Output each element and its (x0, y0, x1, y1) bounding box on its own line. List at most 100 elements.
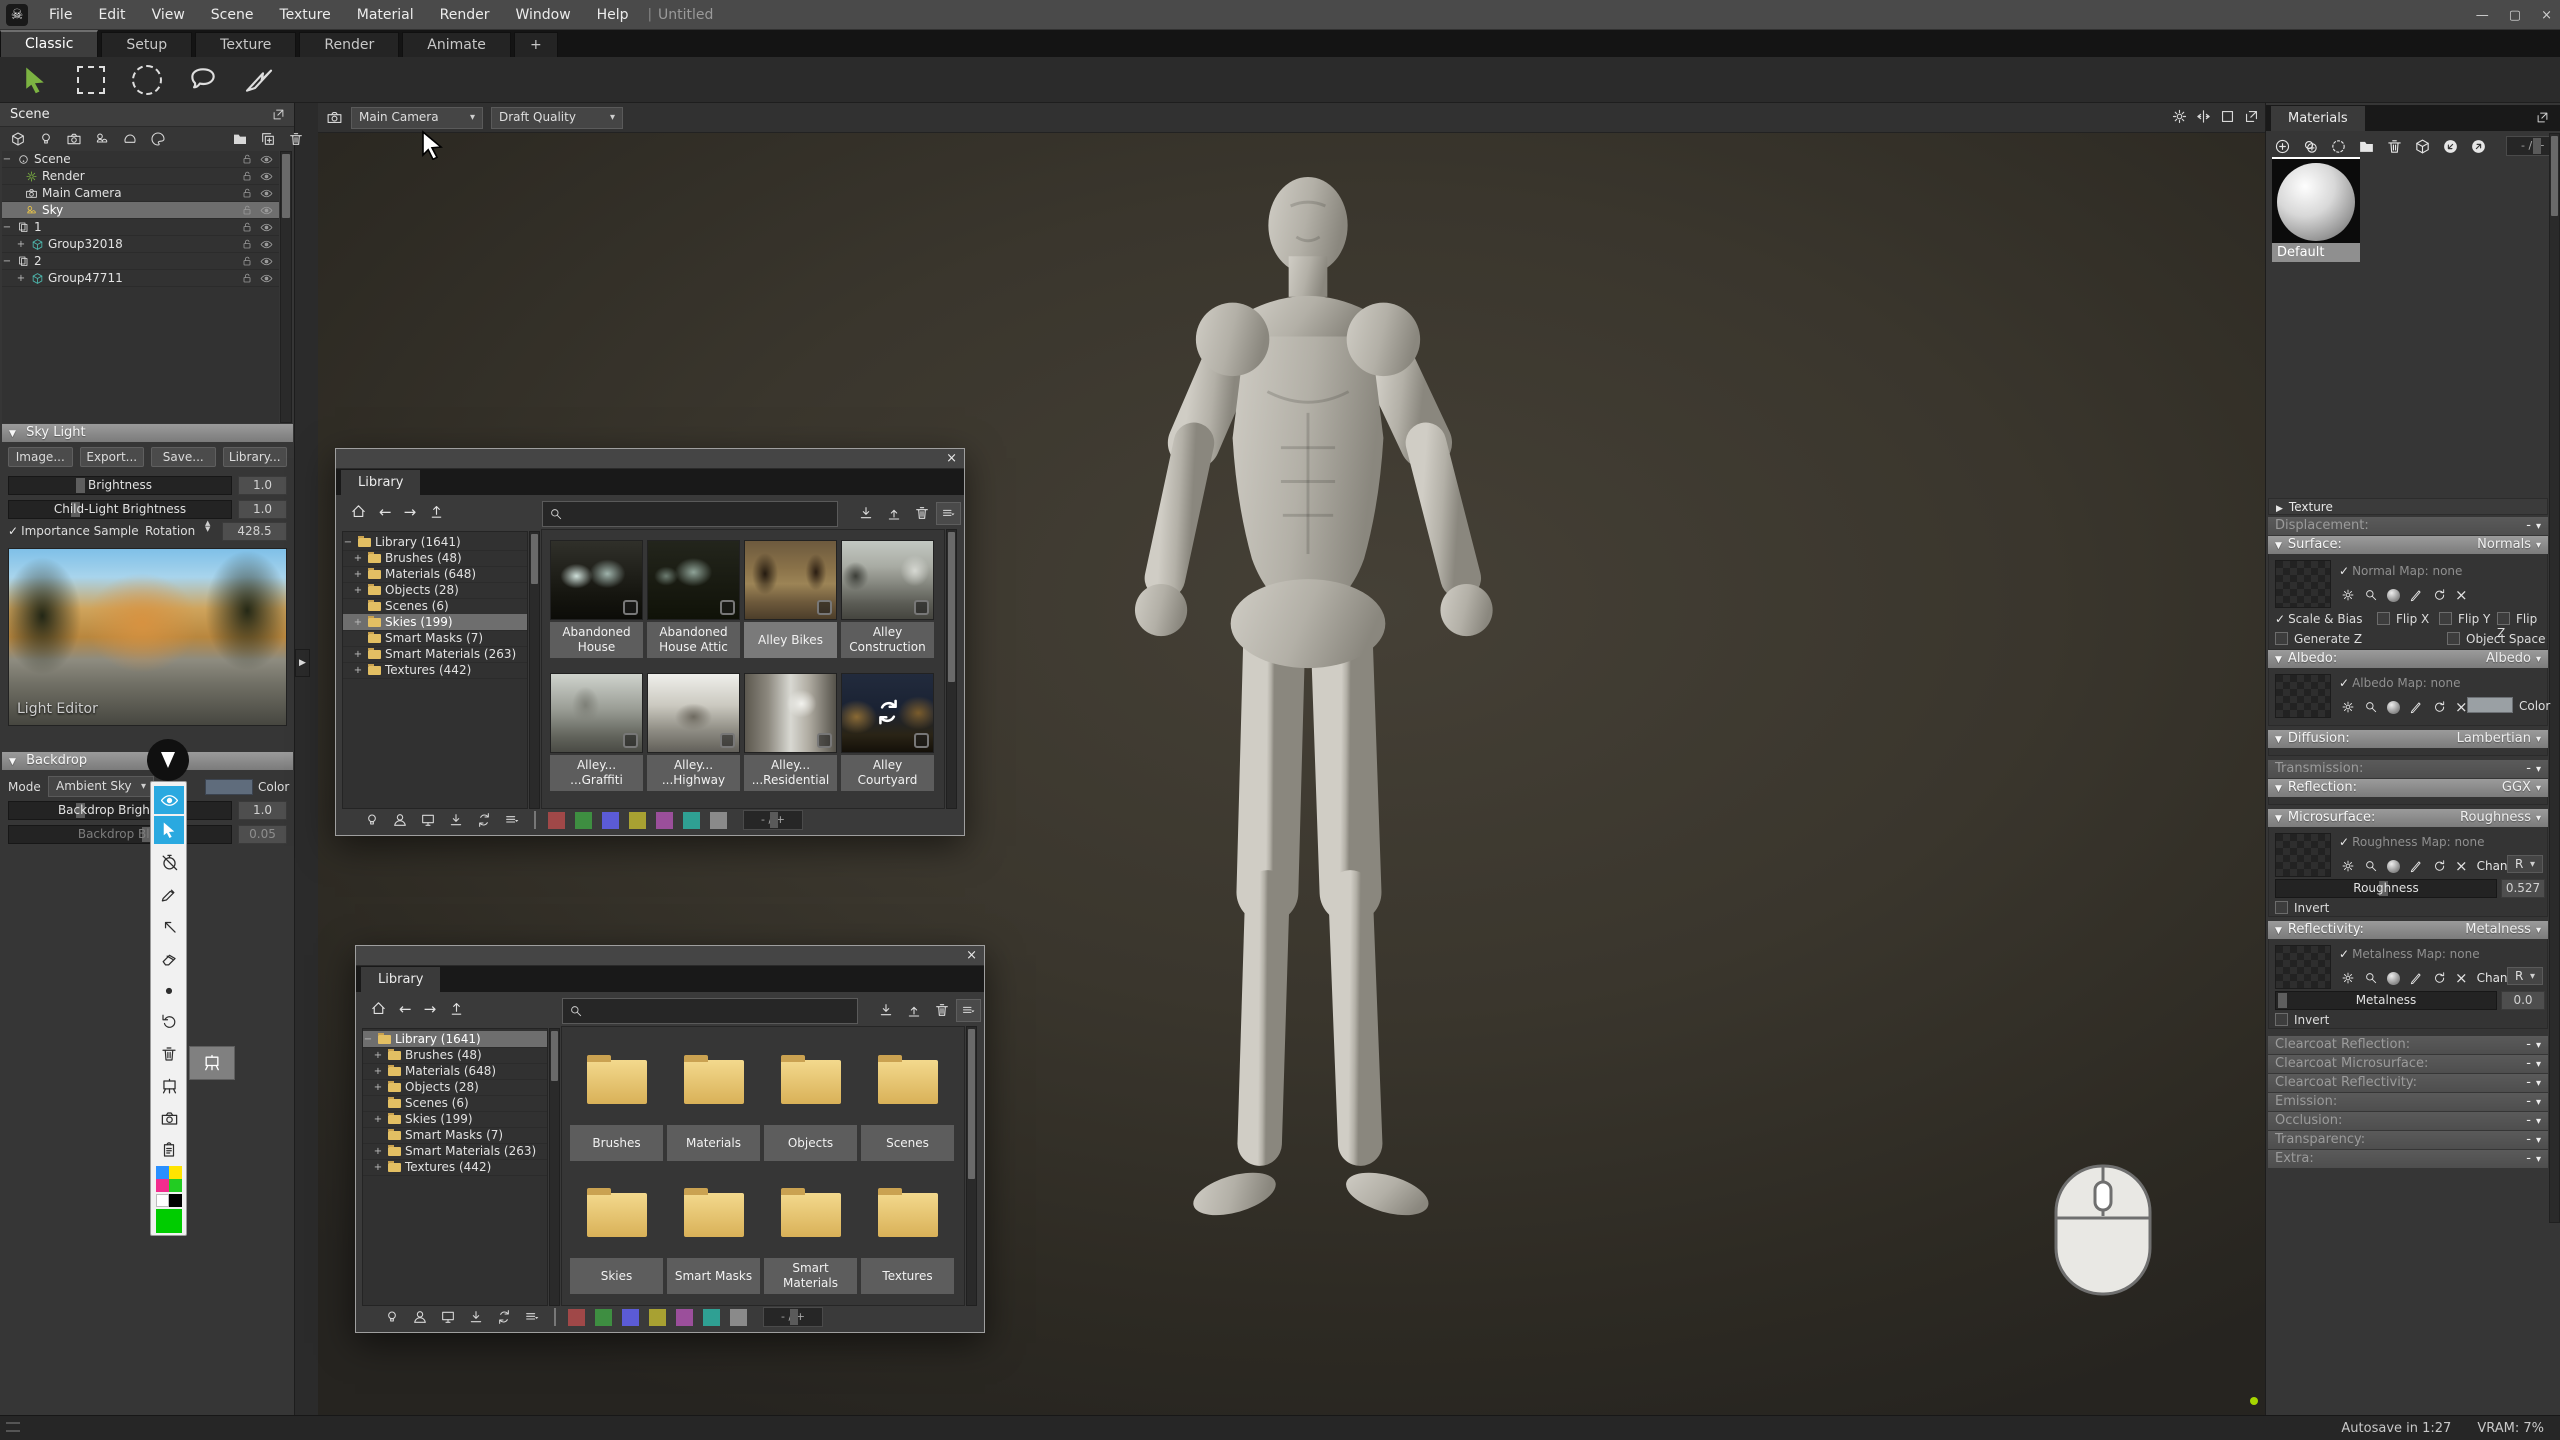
tree-scrollbar[interactable] (529, 531, 540, 809)
materials-scrollbar[interactable] (2549, 133, 2560, 1223)
map-refresh-icon[interactable] (2432, 588, 2446, 602)
menu-file[interactable]: File (36, 0, 85, 30)
metalness-slider[interactable]: Metalness (2275, 991, 2497, 1010)
export-button[interactable]: Export... (80, 447, 145, 467)
tree-row-library[interactable]: −Library (1641) (343, 534, 527, 551)
content-scrollbar[interactable] (966, 1026, 977, 1306)
tab-texture[interactable]: Texture (195, 32, 296, 57)
tab-setup[interactable]: Setup (101, 32, 192, 57)
export-material-icon[interactable] (2470, 138, 2487, 155)
menu-window[interactable]: Window (502, 0, 583, 30)
map-edit-pencil-icon[interactable] (2409, 588, 2423, 602)
lasso-select-icon[interactable] (186, 63, 220, 97)
metalness-value[interactable]: 0.0 (2501, 991, 2545, 1010)
map-preview-sphere-icon[interactable] (2387, 701, 2400, 714)
ellipse-select-icon[interactable] (130, 63, 164, 97)
app-logo-skull-icon[interactable]: ☠ (6, 4, 28, 26)
tag-purple[interactable] (656, 812, 673, 829)
arrow-tool-icon[interactable] (154, 912, 184, 940)
polygon-lasso-icon[interactable] (242, 63, 276, 97)
swatch-black[interactable] (169, 1194, 182, 1207)
folder-item[interactable]: Objects (764, 1041, 857, 1161)
menu-edit[interactable]: Edit (85, 0, 138, 30)
lock-icon[interactable] (241, 255, 253, 267)
eye-icon[interactable] (260, 255, 273, 268)
swatch-magenta[interactable] (156, 1179, 169, 1192)
tree-row-smart-masks[interactable]: Smart Masks (7) (343, 630, 527, 647)
brightness-value[interactable]: 1.0 (238, 476, 287, 495)
back-icon[interactable]: ← (379, 503, 392, 521)
save-button[interactable]: Save... (151, 447, 216, 467)
list-view-icon[interactable] (504, 812, 520, 828)
backdrop-brightness-slider[interactable]: Backdrop Brightness (8, 801, 232, 820)
tree-row-smart-materials[interactable]: +Smart Materials (263) (363, 1143, 547, 1160)
tab-render[interactable]: Render (299, 32, 399, 57)
home-icon[interactable] (370, 1000, 387, 1018)
eraser-tool-icon[interactable] (154, 944, 184, 972)
tag-yellow[interactable] (629, 812, 646, 829)
map-edit-pencil-icon[interactable] (2409, 971, 2423, 985)
add-camera-icon[interactable] (66, 131, 82, 147)
material-thumbnail-default[interactable] (2272, 157, 2360, 243)
search-input[interactable] (589, 1004, 851, 1018)
delete-icon[interactable] (2386, 138, 2403, 155)
library-window-titlebar[interactable]: × (356, 946, 984, 966)
tree-row-group47711[interactable]: + Group47711 (2, 270, 279, 287)
map-refresh-icon[interactable] (2432, 971, 2446, 985)
camera-tool-icon[interactable] (154, 1104, 184, 1132)
tag-red[interactable] (548, 812, 565, 829)
tab-animate[interactable]: Animate (402, 32, 511, 57)
export-icon[interactable] (886, 505, 902, 521)
texture-section-header[interactable]: ▶Texture (2268, 498, 2548, 515)
image-button[interactable]: Image... (8, 447, 73, 467)
eye-icon[interactable] (260, 204, 273, 217)
tree-row-scenes[interactable]: Scenes (6) (363, 1095, 547, 1112)
item-checkbox[interactable] (623, 733, 638, 748)
lock-icon[interactable] (241, 272, 253, 284)
backdrop-mode-dropdown[interactable]: Ambient Sky▾ (48, 776, 154, 797)
swatch-white[interactable] (156, 1194, 169, 1207)
map-settings-gear-icon[interactable] (2341, 588, 2355, 602)
maximize-icon[interactable]: ▢ (2509, 8, 2521, 23)
map-settings-gear-icon[interactable] (2341, 700, 2355, 714)
map-edit-pencil-icon[interactable] (2409, 859, 2423, 873)
menu-texture[interactable]: Texture (266, 0, 343, 30)
occlusion-header[interactable]: Occlusion:-▾ (2268, 1112, 2548, 1130)
backdrop-color-swatch[interactable] (205, 779, 253, 795)
easel-tool-icon[interactable] (154, 1072, 184, 1100)
map-search-icon[interactable] (2364, 700, 2378, 714)
child-light-brightness-slider[interactable]: Child-Light Brightness (8, 500, 232, 519)
folder-item[interactable]: Smart Materials (764, 1174, 857, 1294)
reflectivity-section-header[interactable]: ▼Reflectivity: Metalness▾ (2268, 921, 2548, 939)
clearcoat-reflection-header[interactable]: Clearcoat Reflection:-▾ (2268, 1036, 2548, 1054)
library-item[interactable]: Alley... ...Graffiti (550, 673, 643, 791)
back-icon[interactable]: ← (399, 1000, 412, 1018)
palette-icon[interactable] (150, 131, 166, 147)
transparency-header[interactable]: Transparency:-▾ (2268, 1131, 2548, 1149)
easel-flyout[interactable] (189, 1046, 235, 1080)
child-light-brightness-value[interactable]: 1.0 (238, 500, 287, 519)
menu-help[interactable]: Help (584, 0, 642, 30)
viewport-settings-gear-icon[interactable] (2171, 108, 2188, 125)
invert-checkbox[interactable]: Invert (2275, 1013, 2329, 1027)
library-item[interactable]: Alley Bikes (744, 540, 837, 658)
tree-row-objects[interactable]: +Objects (28) (343, 582, 527, 599)
import-icon[interactable] (858, 505, 874, 521)
albedo-color-swatch[interactable] (2467, 697, 2513, 713)
roughness-map-slot[interactable] (2275, 833, 2331, 877)
forward-icon[interactable]: → (404, 503, 417, 521)
displacement-section-header[interactable]: Displacement: -▾ (2268, 517, 2548, 535)
camera-select[interactable]: Main Camera▾ (351, 107, 483, 129)
bulb-filter-icon[interactable] (384, 1309, 400, 1325)
menu-render[interactable]: Render (427, 0, 503, 30)
scale-bias-checkbox[interactable]: ✓Scale & Bias (2275, 612, 2363, 626)
thumbnail-zoom-slider[interactable]: - / + (763, 1307, 823, 1327)
user-items-icon[interactable] (392, 812, 408, 828)
rotation-spinner[interactable]: ▲▼ (205, 520, 210, 532)
library-item[interactable]: Alley... ...Highway (647, 673, 740, 791)
close-icon[interactable]: × (966, 948, 977, 964)
sync-icon[interactable] (476, 812, 492, 828)
library-item[interactable]: Abandoned House (550, 540, 643, 658)
split-view-icon[interactable] (2195, 108, 2212, 125)
roughness-slider[interactable]: Roughness (2275, 879, 2497, 898)
